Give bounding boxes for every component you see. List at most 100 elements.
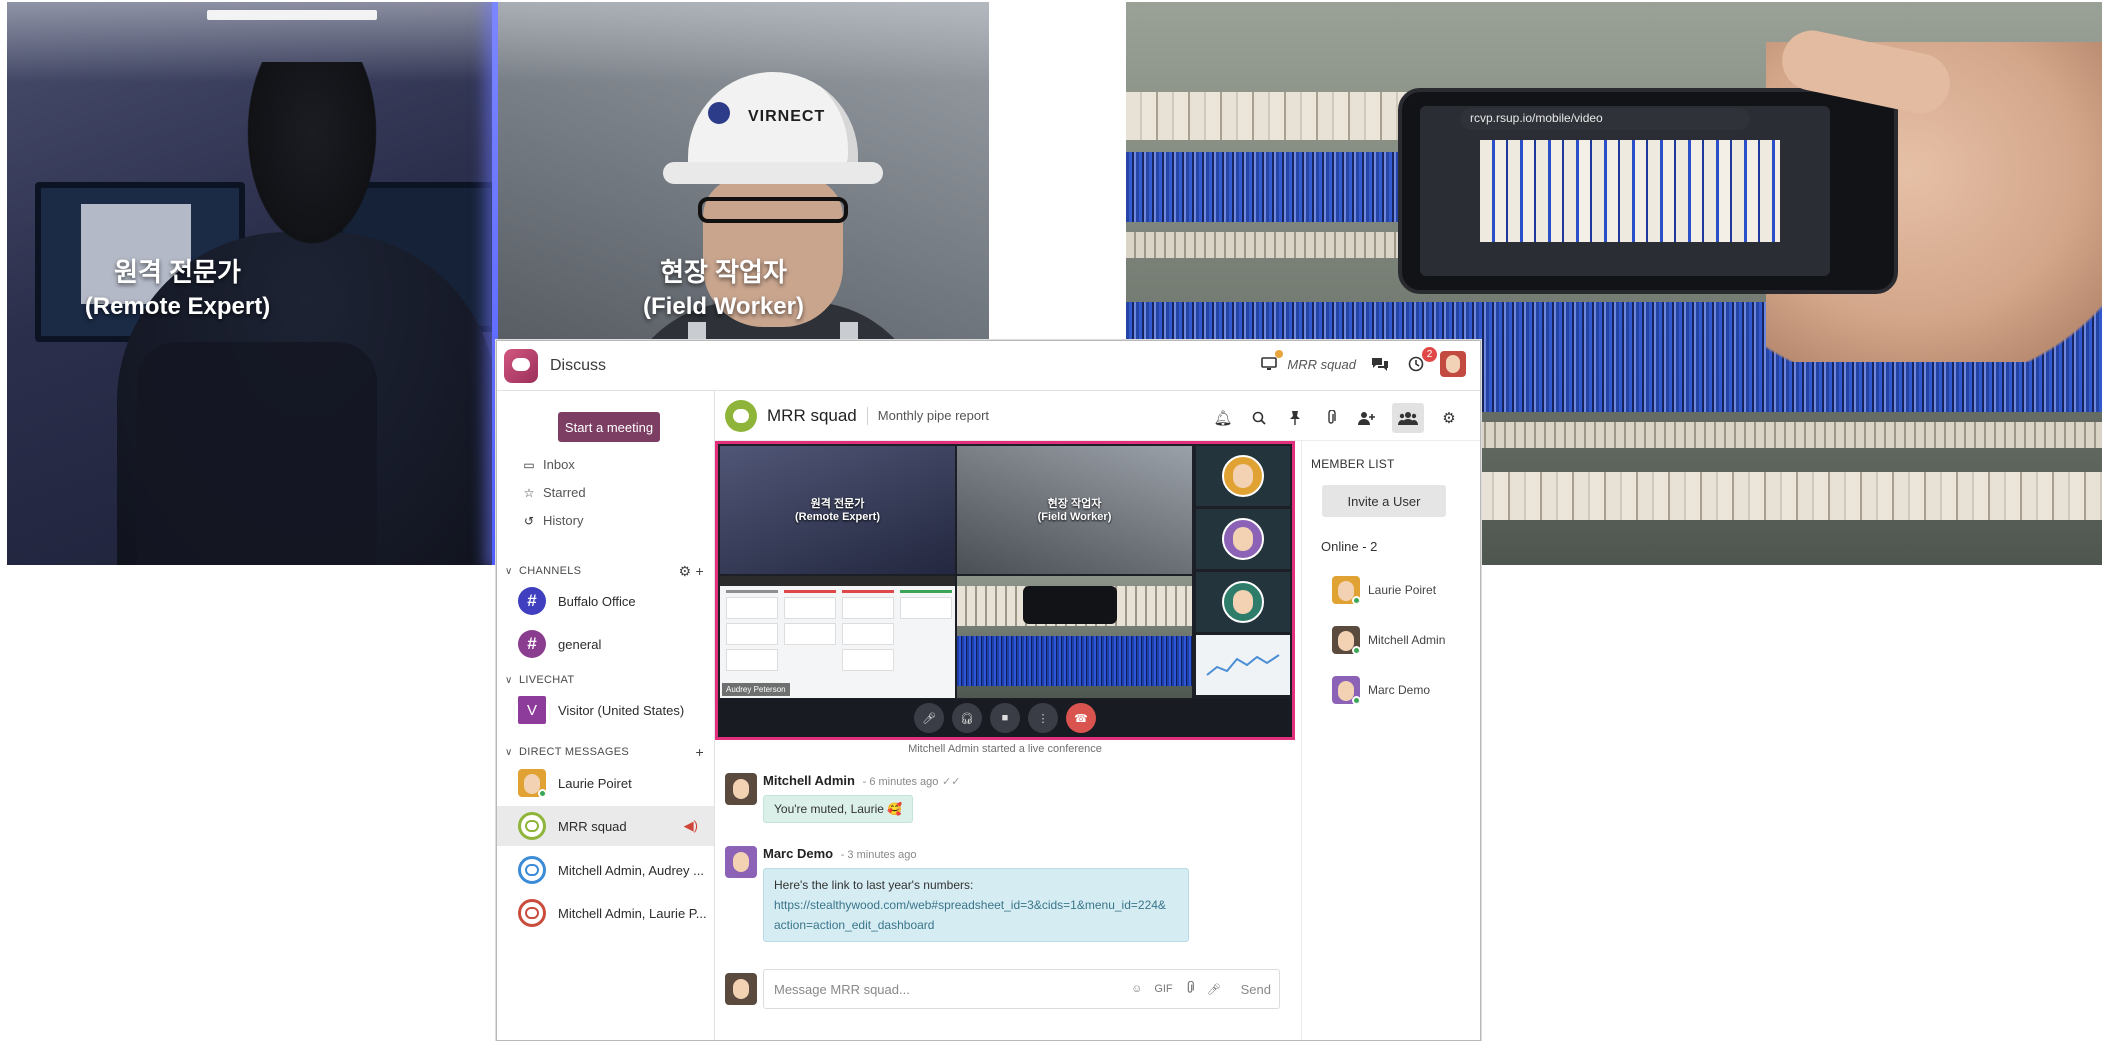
- call-participant-tile[interactable]: [1196, 446, 1290, 506]
- sidebar-item-mrr-squad[interactable]: MRR squad ◀): [497, 806, 714, 846]
- sidebar-item-group-chat[interactable]: Mitchell Admin, Laurie P...: [497, 893, 714, 933]
- emoji-icon[interactable]: ☺: [1131, 983, 1142, 995]
- channel-name[interactable]: MRR squad: [767, 406, 857, 426]
- link-line: https://stealthywood.com/web#spreadsheet…: [774, 898, 1166, 912]
- sidebar-item-label: Mitchell Admin, Audrey ...: [558, 862, 704, 878]
- gear-icon[interactable]: ⚙: [1438, 406, 1460, 430]
- hard-hat-brim: [663, 162, 883, 184]
- sidebar-item-group-chat[interactable]: Mitchell Admin, Audrey ...: [497, 850, 714, 890]
- spreadsheet-link[interactable]: https://stealthywood.com/web#spreadsheet…: [774, 898, 1166, 932]
- microphone-icon[interactable]: 🎤︎: [914, 703, 944, 733]
- discuss-app-icon[interactable]: [504, 348, 538, 383]
- avatar: [1222, 455, 1264, 497]
- screen-share-thumbnail[interactable]: [1196, 635, 1290, 695]
- call-participant-tile[interactable]: [1196, 572, 1290, 632]
- app-title: Discuss: [550, 356, 607, 374]
- chevron-down-icon: ∨: [505, 746, 513, 758]
- tile-caption: 현장 작업자 (Field Worker): [957, 498, 1192, 524]
- avatar[interactable]: [725, 773, 757, 805]
- microphone-icon[interactable]: 🎤︎: [1207, 983, 1221, 996]
- channel-toolbar: 🔔︎ ⚙: [1212, 403, 1460, 433]
- smartphone: [1023, 586, 1117, 624]
- online-indicator: [1352, 696, 1360, 704]
- chevron-down-icon: ∨: [505, 565, 513, 577]
- more-options-icon[interactable]: ⋮: [1028, 703, 1058, 733]
- avatar[interactable]: [725, 846, 757, 878]
- system-notification: Mitchell Admin started a live conference: [908, 743, 1102, 755]
- call-participant-tile[interactable]: 원격 전문가 (Remote Expert): [720, 446, 955, 574]
- discuss-window: Discuss MRR squad 2 Start a meeting ▭ In…: [496, 340, 1481, 1041]
- direct-messages-section-header[interactable]: ∨ DIRECT MESSAGES +: [505, 744, 704, 760]
- ongoing-call-channel[interactable]: MRR squad: [1287, 357, 1356, 372]
- sidebar-item-label: History: [543, 513, 584, 528]
- add-icon[interactable]: +: [696, 744, 704, 760]
- messages-icon[interactable]: [1368, 352, 1392, 376]
- screen-share-tile[interactable]: Audrey Peterson: [720, 576, 955, 698]
- channels-section-header[interactable]: ∨ CHANNELS ⚙ +: [505, 563, 704, 579]
- member-item[interactable]: Mitchell Admin: [1332, 625, 1445, 655]
- call-view[interactable]: 원격 전문가 (Remote Expert) 현장 작업자 (Field Wor…: [715, 441, 1295, 740]
- send-button[interactable]: Send: [1241, 982, 1271, 997]
- section-title: DIRECT MESSAGES: [519, 746, 630, 758]
- sidebar-item-general[interactable]: # general: [497, 624, 714, 664]
- bell-icon[interactable]: 🔔︎: [1212, 406, 1234, 430]
- section-title: CHANNELS: [519, 565, 582, 577]
- group-avatar: [518, 899, 546, 927]
- online-indicator: [1352, 646, 1360, 654]
- livechat-section-header[interactable]: ∨ LIVECHAT: [505, 672, 704, 688]
- search-icon[interactable]: [1248, 406, 1270, 430]
- sidebar-item-starred[interactable]: ☆ Starred: [523, 485, 586, 500]
- member-list-title: MEMBER LIST: [1311, 457, 1395, 471]
- tile-caption-ko: 현장 작업자: [1047, 498, 1102, 510]
- message-input[interactable]: [774, 981, 1094, 997]
- headphones-icon[interactable]: 🎧︎: [952, 703, 982, 733]
- member-list-icon[interactable]: [1392, 403, 1424, 433]
- message-author[interactable]: Mitchell Admin: [763, 773, 855, 788]
- expert-caption: 원격 전문가 (Remote Expert): [7, 252, 423, 321]
- member-item[interactable]: Marc Demo: [1332, 675, 1430, 705]
- call-participant-tile[interactable]: 현장 작업자 (Field Worker): [957, 446, 1192, 574]
- call-participant-tile[interactable]: [957, 576, 1192, 698]
- pin-icon[interactable]: [1284, 406, 1306, 430]
- tile-caption-ko: 원격 전문가: [810, 498, 865, 510]
- ceiling: [498, 2, 989, 82]
- sidebar-item-history[interactable]: ↺ History: [523, 513, 583, 528]
- kanban-column: [900, 590, 952, 690]
- sidebar-item-label: Visitor (United States): [558, 702, 685, 718]
- sidebar-item-buffalo-office[interactable]: # Buffalo Office: [497, 581, 714, 621]
- paperclip-icon[interactable]: [1185, 980, 1195, 998]
- discuss-sidebar: Start a meeting ▭ Inbox ☆ Starred ↺ Hist…: [497, 391, 715, 1040]
- sidebar-item-inbox[interactable]: ▭ Inbox: [523, 457, 574, 472]
- helmet-logo-icon: [708, 102, 730, 124]
- add-user-icon[interactable]: [1356, 406, 1378, 430]
- paperclip-icon[interactable]: [1320, 406, 1342, 430]
- message-time: - 3 minutes ago: [840, 849, 917, 861]
- online-indicator: [1352, 596, 1360, 604]
- worker-caption-en: (Field Worker): [643, 293, 804, 320]
- message-bubble: You're muted, Laurie 🥰: [763, 795, 914, 823]
- camera-icon[interactable]: ■: [990, 703, 1020, 733]
- channel-settings-add-icons[interactable]: ⚙ +: [678, 563, 704, 580]
- channel-description[interactable]: Monthly pipe report: [878, 408, 989, 423]
- phone-url-bar: rcvp.rsup.io/mobile/video: [1460, 108, 1750, 130]
- systray: MRR squad 2: [1257, 347, 1466, 377]
- start-meeting-button[interactable]: Start a meeting: [558, 412, 660, 442]
- member-name: Laurie Poiret: [1368, 583, 1437, 597]
- divider: [866, 406, 868, 425]
- sidebar-item-visitor[interactable]: V Visitor (United States): [497, 690, 714, 730]
- hang-up-icon[interactable]: ☎: [1066, 703, 1096, 733]
- activity-clock-icon[interactable]: 2: [1404, 347, 1437, 376]
- message-bubble: Here's the link to last year's numbers: …: [763, 868, 1189, 942]
- hash-icon: #: [518, 630, 546, 658]
- group-avatar: [518, 812, 546, 840]
- user-avatar[interactable]: [1440, 351, 1466, 377]
- hash-icon: #: [518, 587, 546, 615]
- section-title: LIVECHAT: [519, 674, 575, 686]
- gif-button[interactable]: GIF: [1154, 983, 1172, 995]
- call-participant-tile[interactable]: [1196, 509, 1290, 569]
- ongoing-call-icon[interactable]: [1257, 350, 1284, 376]
- sidebar-item-laurie-poiret[interactable]: Laurie Poiret: [497, 763, 714, 803]
- invite-user-button[interactable]: Invite a User: [1322, 485, 1446, 517]
- member-item[interactable]: Laurie Poiret: [1332, 575, 1436, 605]
- message-author[interactable]: Marc Demo: [763, 846, 833, 861]
